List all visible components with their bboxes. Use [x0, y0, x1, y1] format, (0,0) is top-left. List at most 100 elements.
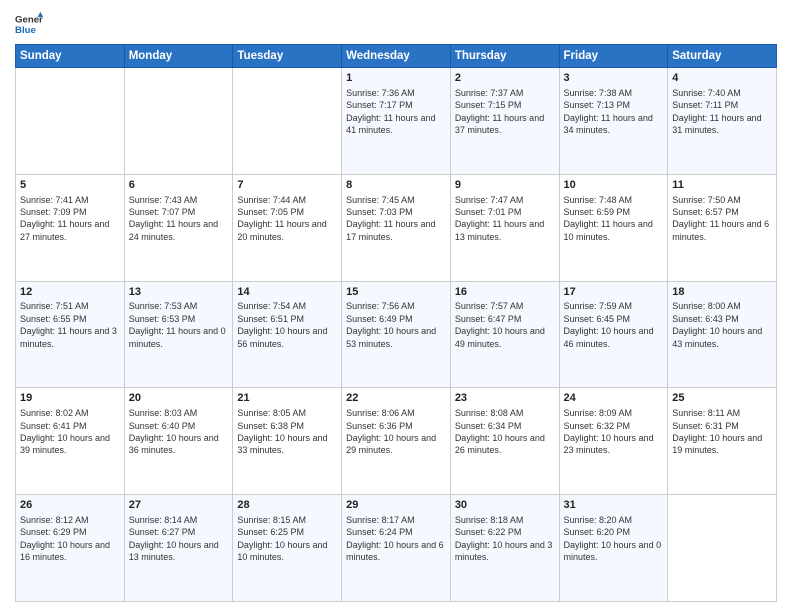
cell-info: Sunrise: 8:00 AM Sunset: 6:43 PM Dayligh…	[672, 300, 772, 350]
calendar-cell: 4Sunrise: 7:40 AM Sunset: 7:11 PM Daylig…	[668, 68, 777, 175]
day-number: 23	[455, 391, 555, 406]
cell-info: Sunrise: 7:51 AM Sunset: 6:55 PM Dayligh…	[20, 300, 120, 350]
day-number: 28	[237, 498, 337, 513]
cell-info: Sunrise: 8:08 AM Sunset: 6:34 PM Dayligh…	[455, 407, 555, 457]
cell-info: Sunrise: 7:53 AM Sunset: 6:53 PM Dayligh…	[129, 300, 229, 350]
day-number: 6	[129, 178, 229, 193]
calendar-cell: 19Sunrise: 8:02 AM Sunset: 6:41 PM Dayli…	[16, 388, 125, 495]
day-number: 22	[346, 391, 446, 406]
calendar-cell: 3Sunrise: 7:38 AM Sunset: 7:13 PM Daylig…	[559, 68, 668, 175]
calendar-cell: 16Sunrise: 7:57 AM Sunset: 6:47 PM Dayli…	[450, 281, 559, 388]
calendar-cell: 8Sunrise: 7:45 AM Sunset: 7:03 PM Daylig…	[342, 174, 451, 281]
cell-info: Sunrise: 8:03 AM Sunset: 6:40 PM Dayligh…	[129, 407, 229, 457]
day-number: 10	[564, 178, 664, 193]
cell-info: Sunrise: 8:05 AM Sunset: 6:38 PM Dayligh…	[237, 407, 337, 457]
calendar-week-1: 1Sunrise: 7:36 AM Sunset: 7:17 PM Daylig…	[16, 68, 777, 175]
calendar-cell: 6Sunrise: 7:43 AM Sunset: 7:07 PM Daylig…	[124, 174, 233, 281]
col-header-monday: Monday	[124, 45, 233, 68]
day-number: 26	[20, 498, 120, 513]
calendar-week-4: 19Sunrise: 8:02 AM Sunset: 6:41 PM Dayli…	[16, 388, 777, 495]
calendar-cell: 5Sunrise: 7:41 AM Sunset: 7:09 PM Daylig…	[16, 174, 125, 281]
col-header-saturday: Saturday	[668, 45, 777, 68]
cell-info: Sunrise: 8:12 AM Sunset: 6:29 PM Dayligh…	[20, 514, 120, 564]
day-number: 18	[672, 285, 772, 300]
cell-info: Sunrise: 7:50 AM Sunset: 6:57 PM Dayligh…	[672, 194, 772, 244]
cell-info: Sunrise: 8:11 AM Sunset: 6:31 PM Dayligh…	[672, 407, 772, 457]
calendar-cell: 22Sunrise: 8:06 AM Sunset: 6:36 PM Dayli…	[342, 388, 451, 495]
calendar-cell: 2Sunrise: 7:37 AM Sunset: 7:15 PM Daylig…	[450, 68, 559, 175]
day-number: 24	[564, 391, 664, 406]
calendar-cell	[124, 68, 233, 175]
cell-info: Sunrise: 7:36 AM Sunset: 7:17 PM Dayligh…	[346, 87, 446, 137]
cell-info: Sunrise: 7:45 AM Sunset: 7:03 PM Dayligh…	[346, 194, 446, 244]
day-number: 5	[20, 178, 120, 193]
day-number: 13	[129, 285, 229, 300]
day-number: 27	[129, 498, 229, 513]
cell-info: Sunrise: 7:59 AM Sunset: 6:45 PM Dayligh…	[564, 300, 664, 350]
calendar-cell: 14Sunrise: 7:54 AM Sunset: 6:51 PM Dayli…	[233, 281, 342, 388]
logo-icon: General Blue	[15, 10, 43, 38]
cell-info: Sunrise: 8:15 AM Sunset: 6:25 PM Dayligh…	[237, 514, 337, 564]
cell-info: Sunrise: 7:40 AM Sunset: 7:11 PM Dayligh…	[672, 87, 772, 137]
calendar-cell: 28Sunrise: 8:15 AM Sunset: 6:25 PM Dayli…	[233, 495, 342, 602]
calendar-cell: 26Sunrise: 8:12 AM Sunset: 6:29 PM Dayli…	[16, 495, 125, 602]
calendar-cell: 10Sunrise: 7:48 AM Sunset: 6:59 PM Dayli…	[559, 174, 668, 281]
col-header-sunday: Sunday	[16, 45, 125, 68]
day-number: 16	[455, 285, 555, 300]
day-number: 25	[672, 391, 772, 406]
day-number: 30	[455, 498, 555, 513]
calendar-cell: 21Sunrise: 8:05 AM Sunset: 6:38 PM Dayli…	[233, 388, 342, 495]
calendar-cell: 25Sunrise: 8:11 AM Sunset: 6:31 PM Dayli…	[668, 388, 777, 495]
calendar-table: SundayMondayTuesdayWednesdayThursdayFrid…	[15, 44, 777, 602]
calendar-cell	[668, 495, 777, 602]
calendar-cell: 18Sunrise: 8:00 AM Sunset: 6:43 PM Dayli…	[668, 281, 777, 388]
cell-info: Sunrise: 8:20 AM Sunset: 6:20 PM Dayligh…	[564, 514, 664, 564]
day-number: 3	[564, 71, 664, 86]
cell-info: Sunrise: 8:02 AM Sunset: 6:41 PM Dayligh…	[20, 407, 120, 457]
cell-info: Sunrise: 7:54 AM Sunset: 6:51 PM Dayligh…	[237, 300, 337, 350]
cell-info: Sunrise: 7:37 AM Sunset: 7:15 PM Dayligh…	[455, 87, 555, 137]
calendar-cell: 20Sunrise: 8:03 AM Sunset: 6:40 PM Dayli…	[124, 388, 233, 495]
calendar-cell: 12Sunrise: 7:51 AM Sunset: 6:55 PM Dayli…	[16, 281, 125, 388]
calendar-cell: 27Sunrise: 8:14 AM Sunset: 6:27 PM Dayli…	[124, 495, 233, 602]
day-number: 20	[129, 391, 229, 406]
day-number: 14	[237, 285, 337, 300]
cell-info: Sunrise: 7:57 AM Sunset: 6:47 PM Dayligh…	[455, 300, 555, 350]
day-number: 9	[455, 178, 555, 193]
calendar-week-5: 26Sunrise: 8:12 AM Sunset: 6:29 PM Dayli…	[16, 495, 777, 602]
calendar-cell: 15Sunrise: 7:56 AM Sunset: 6:49 PM Dayli…	[342, 281, 451, 388]
calendar-cell: 31Sunrise: 8:20 AM Sunset: 6:20 PM Dayli…	[559, 495, 668, 602]
col-header-thursday: Thursday	[450, 45, 559, 68]
cell-info: Sunrise: 8:17 AM Sunset: 6:24 PM Dayligh…	[346, 514, 446, 564]
calendar-cell: 17Sunrise: 7:59 AM Sunset: 6:45 PM Dayli…	[559, 281, 668, 388]
calendar-cell: 30Sunrise: 8:18 AM Sunset: 6:22 PM Dayli…	[450, 495, 559, 602]
calendar-cell: 11Sunrise: 7:50 AM Sunset: 6:57 PM Dayli…	[668, 174, 777, 281]
cell-info: Sunrise: 7:44 AM Sunset: 7:05 PM Dayligh…	[237, 194, 337, 244]
day-number: 21	[237, 391, 337, 406]
day-number: 7	[237, 178, 337, 193]
day-number: 11	[672, 178, 772, 193]
cell-info: Sunrise: 8:09 AM Sunset: 6:32 PM Dayligh…	[564, 407, 664, 457]
cell-info: Sunrise: 8:14 AM Sunset: 6:27 PM Dayligh…	[129, 514, 229, 564]
col-header-wednesday: Wednesday	[342, 45, 451, 68]
cell-info: Sunrise: 7:43 AM Sunset: 7:07 PM Dayligh…	[129, 194, 229, 244]
cell-info: Sunrise: 7:47 AM Sunset: 7:01 PM Dayligh…	[455, 194, 555, 244]
cell-info: Sunrise: 8:06 AM Sunset: 6:36 PM Dayligh…	[346, 407, 446, 457]
cell-info: Sunrise: 8:18 AM Sunset: 6:22 PM Dayligh…	[455, 514, 555, 564]
header: General Blue	[15, 10, 777, 38]
cell-info: Sunrise: 7:56 AM Sunset: 6:49 PM Dayligh…	[346, 300, 446, 350]
day-number: 4	[672, 71, 772, 86]
day-number: 2	[455, 71, 555, 86]
svg-text:Blue: Blue	[15, 25, 36, 36]
calendar-header-row: SundayMondayTuesdayWednesdayThursdayFrid…	[16, 45, 777, 68]
page: General Blue SundayMondayTuesdayWednesda…	[0, 0, 792, 612]
day-number: 29	[346, 498, 446, 513]
day-number: 17	[564, 285, 664, 300]
calendar-week-2: 5Sunrise: 7:41 AM Sunset: 7:09 PM Daylig…	[16, 174, 777, 281]
calendar-cell: 7Sunrise: 7:44 AM Sunset: 7:05 PM Daylig…	[233, 174, 342, 281]
calendar-cell	[16, 68, 125, 175]
col-header-tuesday: Tuesday	[233, 45, 342, 68]
day-number: 15	[346, 285, 446, 300]
calendar-cell: 23Sunrise: 8:08 AM Sunset: 6:34 PM Dayli…	[450, 388, 559, 495]
day-number: 12	[20, 285, 120, 300]
